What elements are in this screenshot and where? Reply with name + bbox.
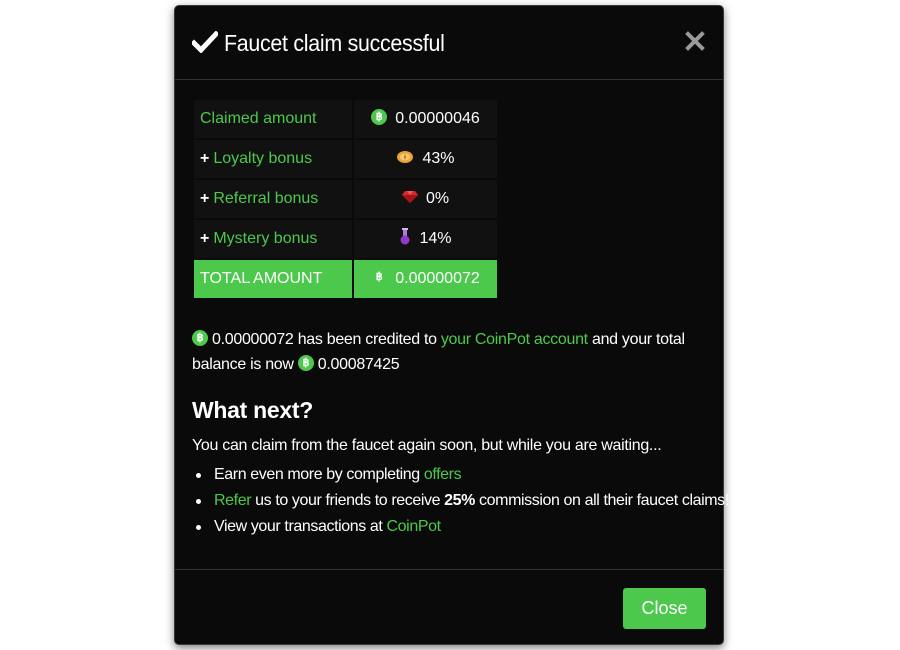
claimed-amount-value: 0.00000046 — [395, 110, 480, 127]
modal-footer: Close — [175, 569, 723, 644]
transactions-text: View your transactions at — [214, 518, 387, 535]
claimed-amount-cell: ฿ 0.00000046 — [354, 100, 497, 138]
bitcoin-icon: ฿ — [297, 354, 314, 371]
bitcoin-icon: ฿ — [371, 108, 388, 125]
loyalty-bonus-value: 43% — [422, 150, 455, 167]
modal-title: Faucet claim successful — [224, 30, 445, 56]
checkmark-icon — [192, 31, 218, 53]
what-next-heading: What next? — [192, 397, 313, 423]
mystery-bonus-value: 14% — [419, 230, 452, 247]
mystery-potion-icon — [400, 228, 410, 245]
referral-bonus-cell: 0% — [354, 180, 497, 218]
referral-bonus-value: 0% — [425, 190, 450, 207]
total-amount-value: 0.00000072 — [395, 270, 480, 287]
mystery-bonus-cell: 14% — [354, 220, 497, 258]
offers-text: Earn even more by completing — [214, 466, 424, 483]
total-amount-label: TOTAL AMOUNT — [194, 260, 352, 298]
total-balance: 0.00087425 — [317, 356, 400, 373]
loyalty-bonus-cell: 43% — [354, 140, 497, 178]
plus-sign: + — [200, 150, 210, 167]
credit-text: has been credited to — [293, 331, 441, 348]
list-item: Refer us to your friends to receive 25% … — [192, 488, 729, 514]
credited-amount: 0.00000072 — [212, 331, 294, 348]
table-row: + Mystery bonus 14% — [194, 220, 497, 258]
modal-header: Faucet claim successful — [175, 6, 723, 80]
what-next-list: Earn even more by completing offers Refe… — [192, 462, 729, 540]
loyalty-coin-icon — [397, 150, 414, 163]
mystery-bonus-label: Mystery bonus — [213, 230, 318, 247]
bitcoin-icon: ฿ — [192, 329, 208, 346]
list-item: View your transactions at CoinPot — [192, 514, 729, 540]
credit-message: ฿ 0.00000072 has been credited to your Co… — [192, 327, 692, 377]
coinpot-link[interactable]: CoinPot — [387, 518, 442, 535]
table-row: + Loyalty bonus 43% — [194, 140, 497, 178]
claim-success-modal: Faucet claim successful Claimed amount ฿… — [174, 5, 729, 645]
referral-bonus-label-cell: + Referral bonus — [194, 180, 352, 218]
loyalty-bonus-label: Loyalty bonus — [213, 150, 313, 167]
offers-link[interactable]: offers — [424, 466, 462, 483]
close-x-icon[interactable] — [685, 31, 705, 51]
bitcoin-icon: ฿ — [375, 271, 383, 284]
close-button[interactable]: Close — [623, 588, 706, 629]
loyalty-bonus-label-cell: + Loyalty bonus — [194, 140, 352, 178]
what-next-intro: You can claim from the faucet again soon… — [192, 437, 662, 454]
refer-suffix: commission on all their faucet claims! — [475, 492, 729, 509]
refer-text: us to your friends to receive — [251, 492, 445, 509]
plus-sign: + — [200, 230, 210, 247]
ruby-gem-icon — [401, 191, 418, 204]
mystery-bonus-label-cell: + Mystery bonus — [194, 220, 352, 258]
claimed-amount-label: Claimed amount — [194, 100, 352, 138]
claim-breakdown-table: Claimed amount ฿ 0.00000046 + Loyalty bonu… — [192, 98, 499, 300]
table-row: Claimed amount ฿ 0.00000046 — [194, 100, 497, 138]
table-row: + Referral bonus 0% — [194, 180, 497, 218]
coinpot-account-link[interactable]: your CoinPot account — [441, 331, 588, 348]
table-row-total: TOTAL AMOUNT ฿ 0.00000072 — [194, 260, 497, 298]
plus-sign: + — [200, 190, 210, 207]
refer-link[interactable]: Refer — [214, 492, 252, 509]
commission-percent: 25% — [444, 492, 475, 509]
referral-bonus-label: Referral bonus — [213, 190, 319, 207]
list-item: Earn even more by completing offers — [192, 462, 729, 488]
total-amount-cell: ฿ 0.00000072 — [354, 260, 497, 298]
